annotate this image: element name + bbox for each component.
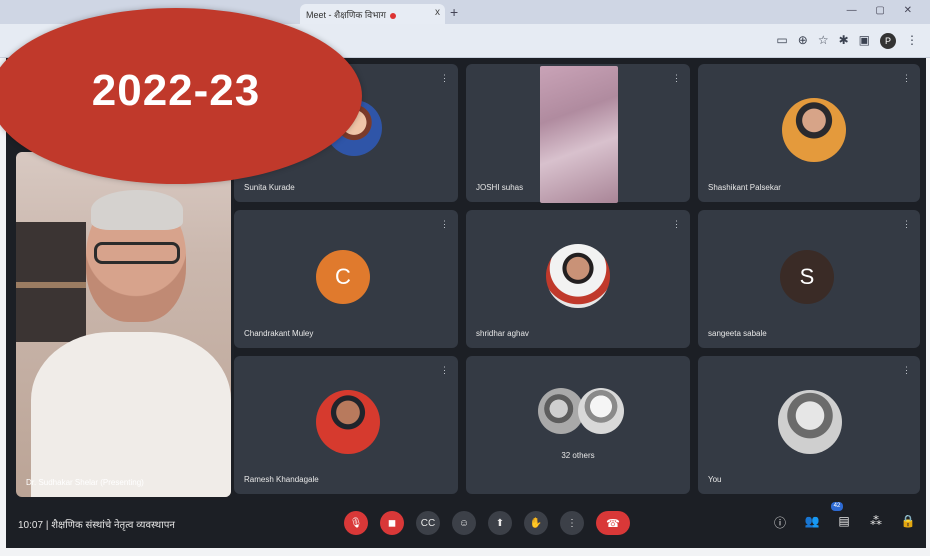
new-tab-button[interactable]: +	[450, 4, 458, 20]
participant-avatar	[778, 390, 842, 454]
participant-tile[interactable]: ⋮ Shashikant Palsekar	[698, 64, 920, 202]
meeting-separator: |	[45, 520, 49, 531]
raise-hand-icon[interactable]: ✋	[524, 511, 548, 535]
more-options-icon[interactable]: ⋮	[902, 219, 911, 230]
present-icon[interactable]: ⬆	[488, 511, 512, 535]
participant-tile[interactable]: ⋮ Ramesh Khandagale	[234, 356, 458, 494]
chat-icon[interactable]: ▤	[836, 514, 852, 531]
presenter-hair	[91, 190, 183, 230]
window-controls[interactable]: — ▢ ✕	[847, 5, 920, 16]
recording-dot-icon	[389, 12, 396, 19]
participant-avatar	[782, 98, 846, 162]
meeting-control-bar: 10:07 | शैक्षणिक संस्थांचे नेतृत्व व्यवस…	[6, 500, 926, 548]
participant-avatar	[316, 390, 380, 454]
sidebar-icon[interactable]: ▣	[859, 33, 870, 49]
more-options-icon[interactable]: ⋮	[902, 365, 911, 376]
participant-name: shridhar aghav	[476, 329, 529, 338]
participant-name: Sunita Kurade	[244, 183, 295, 192]
more-options-icon[interactable]: ⋮	[440, 73, 449, 84]
participant-name: JOSHI suhas	[476, 183, 524, 192]
more-options-icon[interactable]: ⋮	[440, 365, 449, 376]
presenter-video[interactable]: Dr. Sudhakar Shelar (Presenting)	[16, 152, 231, 497]
meeting-time: 10:07	[18, 520, 44, 531]
people-icon[interactable]: 👥	[804, 514, 820, 531]
meeting-title: शैक्षणिक संस्थांचे नेतृत्व व्यवस्थापन	[51, 520, 175, 531]
participant-tile-self[interactable]: ⋮ You	[698, 356, 920, 494]
presenter-body	[31, 332, 231, 497]
menu-icon[interactable]: ⋮	[906, 33, 918, 49]
bookshelf-board	[16, 282, 86, 288]
toolbar-icons: ▭ ⊕ ☆ ✱ ▣ P ⋮	[776, 33, 918, 49]
participant-name: Chandrakant Muley	[244, 329, 314, 338]
participant-tile[interactable]: S ⋮ sangeeta sabale	[698, 210, 920, 348]
hang-up-button[interactable]: ☎	[596, 511, 630, 535]
emoji-icon[interactable]: ☺	[452, 511, 476, 535]
more-options-icon[interactable]: ⋮	[672, 73, 681, 84]
meeting-clock: 10:07 | शैक्षणिक संस्थांचे नेतृत्व व्यवस…	[18, 517, 175, 531]
year-stamp: 2022-23	[0, 8, 362, 184]
info-icon[interactable]: ⓘ	[772, 514, 788, 531]
participant-avatar	[578, 388, 624, 434]
call-controls: 🎙 ◼ CC ☺ ⬆ ✋ ⋮ ☎	[344, 511, 630, 535]
participant-avatar: C	[316, 250, 370, 304]
activities-icon[interactable]: ⁂	[868, 514, 884, 531]
side-controls: ⓘ 👥 ▤ ⁂ 🔒	[772, 514, 916, 531]
extensions-icon[interactable]: ✱	[839, 33, 849, 49]
participant-name: Ramesh Khandagale	[244, 475, 319, 484]
participant-video	[540, 66, 618, 203]
others-count: 32 others	[561, 451, 595, 460]
participant-tile[interactable]: ⋮ shridhar aghav	[466, 210, 690, 348]
presenter-glasses	[94, 242, 180, 264]
participant-tile[interactable]: C ⋮ Chandrakant Muley	[234, 210, 458, 348]
participant-avatar: S	[780, 250, 834, 304]
profile-avatar[interactable]: P	[880, 33, 896, 49]
captions-icon[interactable]: CC	[416, 511, 440, 535]
presenter-name: Dr. Sudhakar Shelar (Presenting)	[26, 478, 144, 487]
participants-badge: 42	[831, 502, 843, 511]
participant-name: sangeeta sabale	[708, 329, 767, 338]
participant-avatar	[546, 244, 610, 308]
camera-off-icon[interactable]: ◼	[380, 511, 404, 535]
star-icon[interactable]: ☆	[818, 33, 829, 49]
more-options-icon[interactable]: ⋮	[440, 219, 449, 230]
more-options-icon[interactable]: ⋮	[902, 73, 911, 84]
browser-tab[interactable]: Meet - शैक्षणिक विभाग x	[300, 4, 445, 24]
participant-tile[interactable]: 32 others	[466, 356, 690, 494]
tab-close-icon[interactable]: x	[435, 7, 440, 18]
more-options-icon[interactable]: ⋮	[560, 511, 584, 535]
year-stamp-text: 2022-23	[91, 66, 261, 115]
mic-off-icon[interactable]: 🎙	[344, 511, 368, 535]
more-options-icon[interactable]: ⋮	[672, 219, 681, 230]
host-controls-icon[interactable]: 🔒	[900, 514, 916, 531]
participant-name: Shashikant Palsekar	[708, 183, 781, 192]
cast-icon[interactable]: ▭	[776, 33, 787, 49]
tab-title: Meet - शैक्षणिक विभाग	[306, 10, 386, 20]
participant-name: You	[708, 475, 722, 484]
bookmark-icon[interactable]: ⊕	[798, 33, 808, 49]
